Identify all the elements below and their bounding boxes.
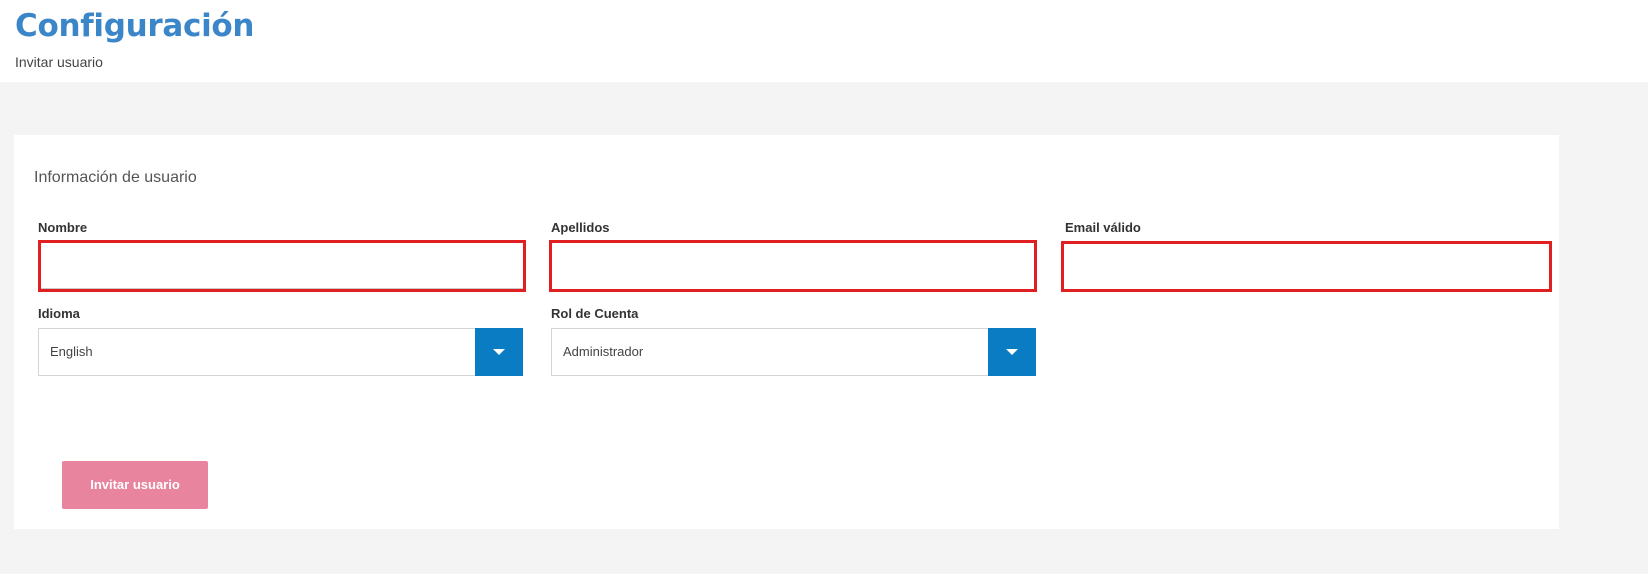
email-field[interactable] — [1061, 241, 1552, 292]
language-select[interactable]: English — [38, 328, 523, 376]
caret-down-icon — [1006, 349, 1018, 355]
first-name-field[interactable] — [38, 240, 526, 292]
page-header: Configuración Invitar usuario — [0, 0, 1648, 82]
account-role-selected-value: Administrador — [563, 344, 644, 359]
first-name-field-underline — [41, 288, 523, 289]
invite-user-button[interactable]: Invitar usuario — [62, 461, 208, 509]
language-selected-value: English — [50, 344, 93, 359]
language-dropdown-button[interactable] — [475, 328, 523, 376]
first-name-label: Nombre — [38, 220, 88, 235]
language-label: Idioma — [38, 306, 80, 321]
page-subtitle: Invitar usuario — [15, 54, 103, 70]
account-role-label: Rol de Cuenta — [551, 306, 639, 321]
last-name-field[interactable] — [549, 240, 1037, 292]
user-info-card: Información de usuario Nombre Apellidos … — [14, 135, 1559, 529]
account-role-dropdown-button[interactable] — [988, 328, 1036, 376]
caret-down-icon — [493, 349, 505, 355]
account-role-select[interactable]: Administrador — [551, 328, 1036, 376]
section-title: Información de usuario — [34, 169, 197, 186]
last-name-label: Apellidos — [551, 220, 610, 235]
page-title: Configuración — [15, 8, 255, 44]
email-label: Email válido — [1065, 220, 1141, 235]
